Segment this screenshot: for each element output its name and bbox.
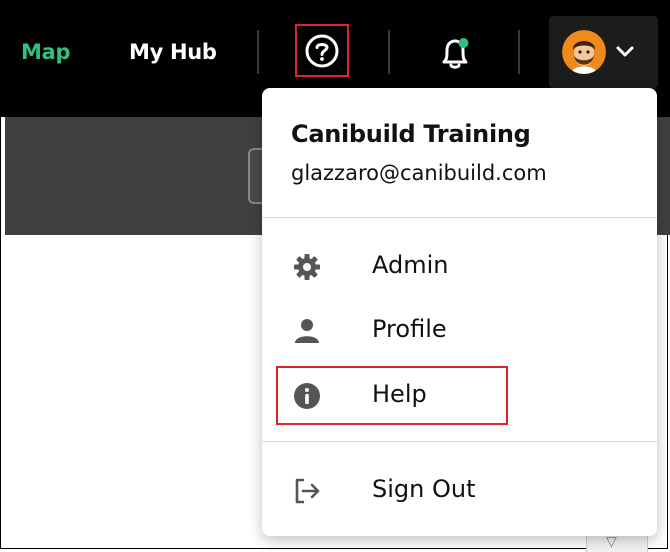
nav-divider: [518, 30, 520, 74]
user-dropdown-menu: Canibuild Training glazzaro@canibuild.co…: [262, 88, 657, 536]
nav-divider: [388, 30, 390, 74]
menu-item-admin[interactable]: Admin: [262, 239, 657, 295]
user-menu-button[interactable]: [549, 16, 658, 88]
person-icon: [295, 319, 319, 343]
nav-link-my-hub[interactable]: My Hub: [129, 38, 217, 66]
nav-link-map[interactable]: Map: [21, 38, 71, 66]
filter-icon[interactable]: ▽: [606, 534, 617, 550]
nav-divider: [257, 30, 259, 74]
bell-icon: [442, 38, 469, 69]
sign-out-icon: [295, 478, 320, 504]
menu-item-profile[interactable]: Profile: [262, 303, 657, 359]
help-highlight-box: [276, 366, 508, 425]
notifications-button[interactable]: [435, 33, 475, 73]
menu-divider: [262, 441, 657, 442]
menu-item-label: Sign Out: [372, 475, 476, 503]
menu-item-label: Profile: [372, 315, 447, 343]
menu-item-sign-out[interactable]: Sign Out: [262, 463, 657, 519]
gear-icon: [294, 254, 320, 280]
avatar: [562, 30, 606, 74]
user-email: glazzaro@canibuild.com: [291, 161, 547, 185]
user-name: Canibuild Training: [291, 120, 531, 148]
question-circle-icon: [305, 34, 339, 67]
chevron-down-icon: [616, 46, 634, 57]
help-button[interactable]: [295, 24, 349, 77]
menu-item-label: Admin: [372, 251, 449, 279]
menu-divider: [262, 217, 657, 218]
